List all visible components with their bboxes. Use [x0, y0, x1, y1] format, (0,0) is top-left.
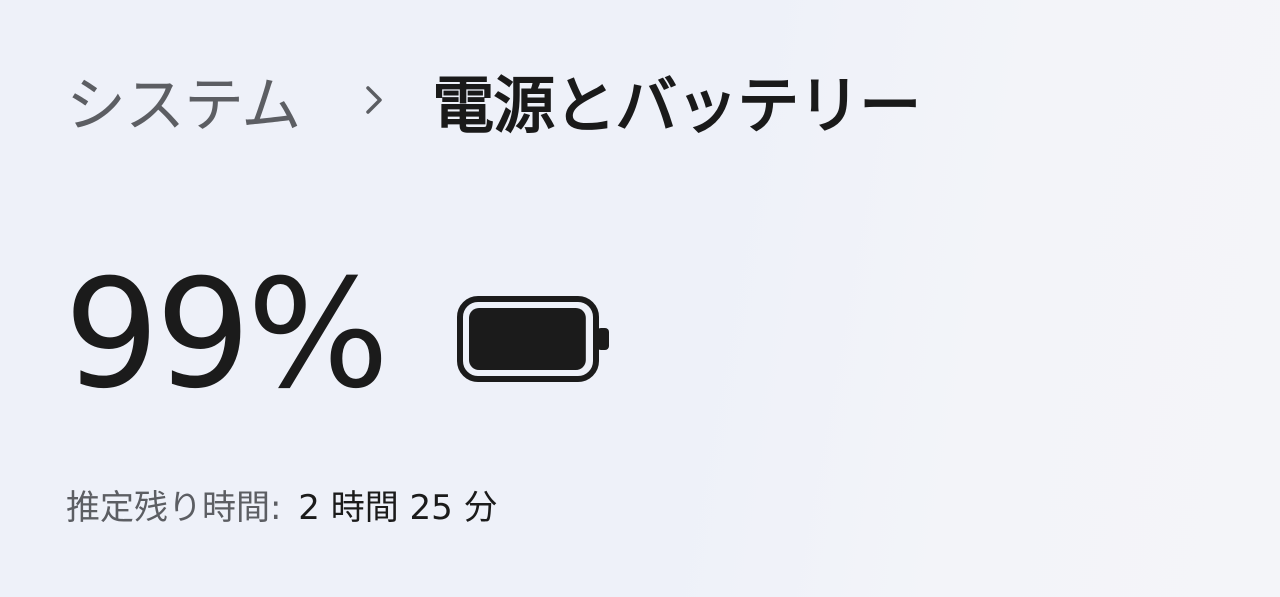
chevron-right-icon — [362, 80, 388, 120]
estimate-label: 推定残り時間: — [66, 488, 282, 528]
estimated-time-remaining: 推定残り時間: 2 時間 25 分 — [66, 480, 498, 529]
page-title: 電源とバッテリー — [432, 69, 921, 142]
battery-percentage: 99% — [64, 248, 389, 422]
battery-fill — [469, 308, 587, 370]
battery-status: 99% — [64, 250, 617, 420]
estimate-value: 2 時間 25 分 — [298, 488, 498, 528]
breadcrumb: システム 電源とバッテリー — [66, 50, 921, 150]
breadcrumb-system-link[interactable]: システム — [66, 57, 301, 144]
battery-full-icon — [457, 294, 617, 384]
